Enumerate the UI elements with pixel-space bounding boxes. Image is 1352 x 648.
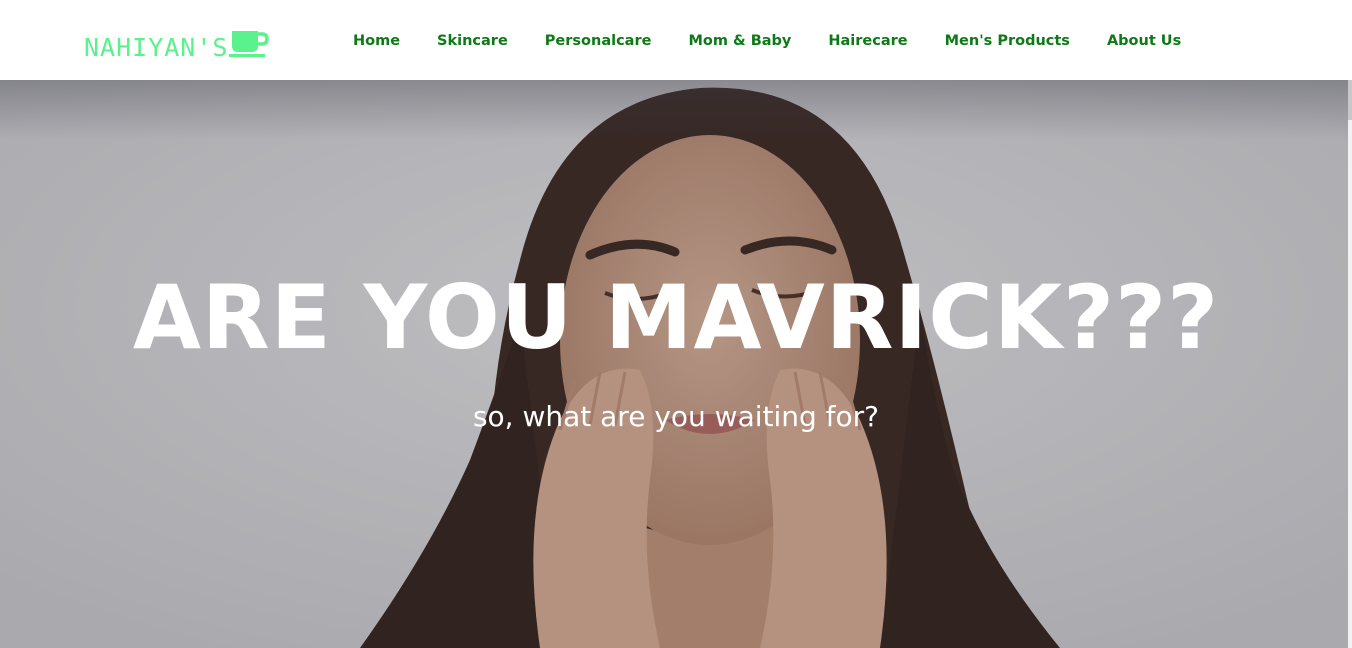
brand-logo[interactable]: NAHIYAN'S [84, 30, 270, 66]
nav-item-home: Home [353, 30, 400, 52]
nav-link-about-us[interactable]: About Us [1107, 33, 1181, 49]
nav-item-about-us: About Us [1107, 30, 1181, 52]
nav-item-mens-products: Men's Products [945, 30, 1070, 52]
nav-link-haircare[interactable]: Hairecare [828, 33, 907, 49]
nav-link-mom-baby[interactable]: Mom & Baby [688, 33, 791, 49]
navbar: NAHIYAN'S Home Skincare Personalcare Mom… [0, 0, 1352, 80]
page-scrollbar[interactable] [1348, 0, 1352, 648]
nav-link-personalcare[interactable]: Personalcare [545, 33, 652, 49]
nav-item-personalcare: Personalcare [545, 30, 652, 52]
nav-menu: Home Skincare Personalcare Mom & Baby Ha… [353, 30, 1218, 52]
nav-item-skincare: Skincare [437, 30, 508, 52]
nav-link-skincare[interactable]: Skincare [437, 33, 508, 49]
brand-name: NAHIYAN'S [84, 33, 229, 62]
scrollbar-thumb[interactable] [1348, 80, 1352, 120]
nav-link-mens-products[interactable]: Men's Products [945, 33, 1070, 49]
hero-section: ARE YOU MAVRICK??? so, what are you wait… [0, 80, 1352, 648]
hero-subtitle: so, what are you waiting for? [472, 400, 880, 433]
hero-title: ARE YOU MAVRICK??? [132, 266, 1220, 369]
nav-link-home[interactable]: Home [353, 33, 400, 49]
nav-item-mom-baby: Mom & Baby [688, 30, 791, 52]
coffee-cup-icon [228, 28, 270, 62]
nav-item-haircare: Hairecare [828, 30, 907, 52]
